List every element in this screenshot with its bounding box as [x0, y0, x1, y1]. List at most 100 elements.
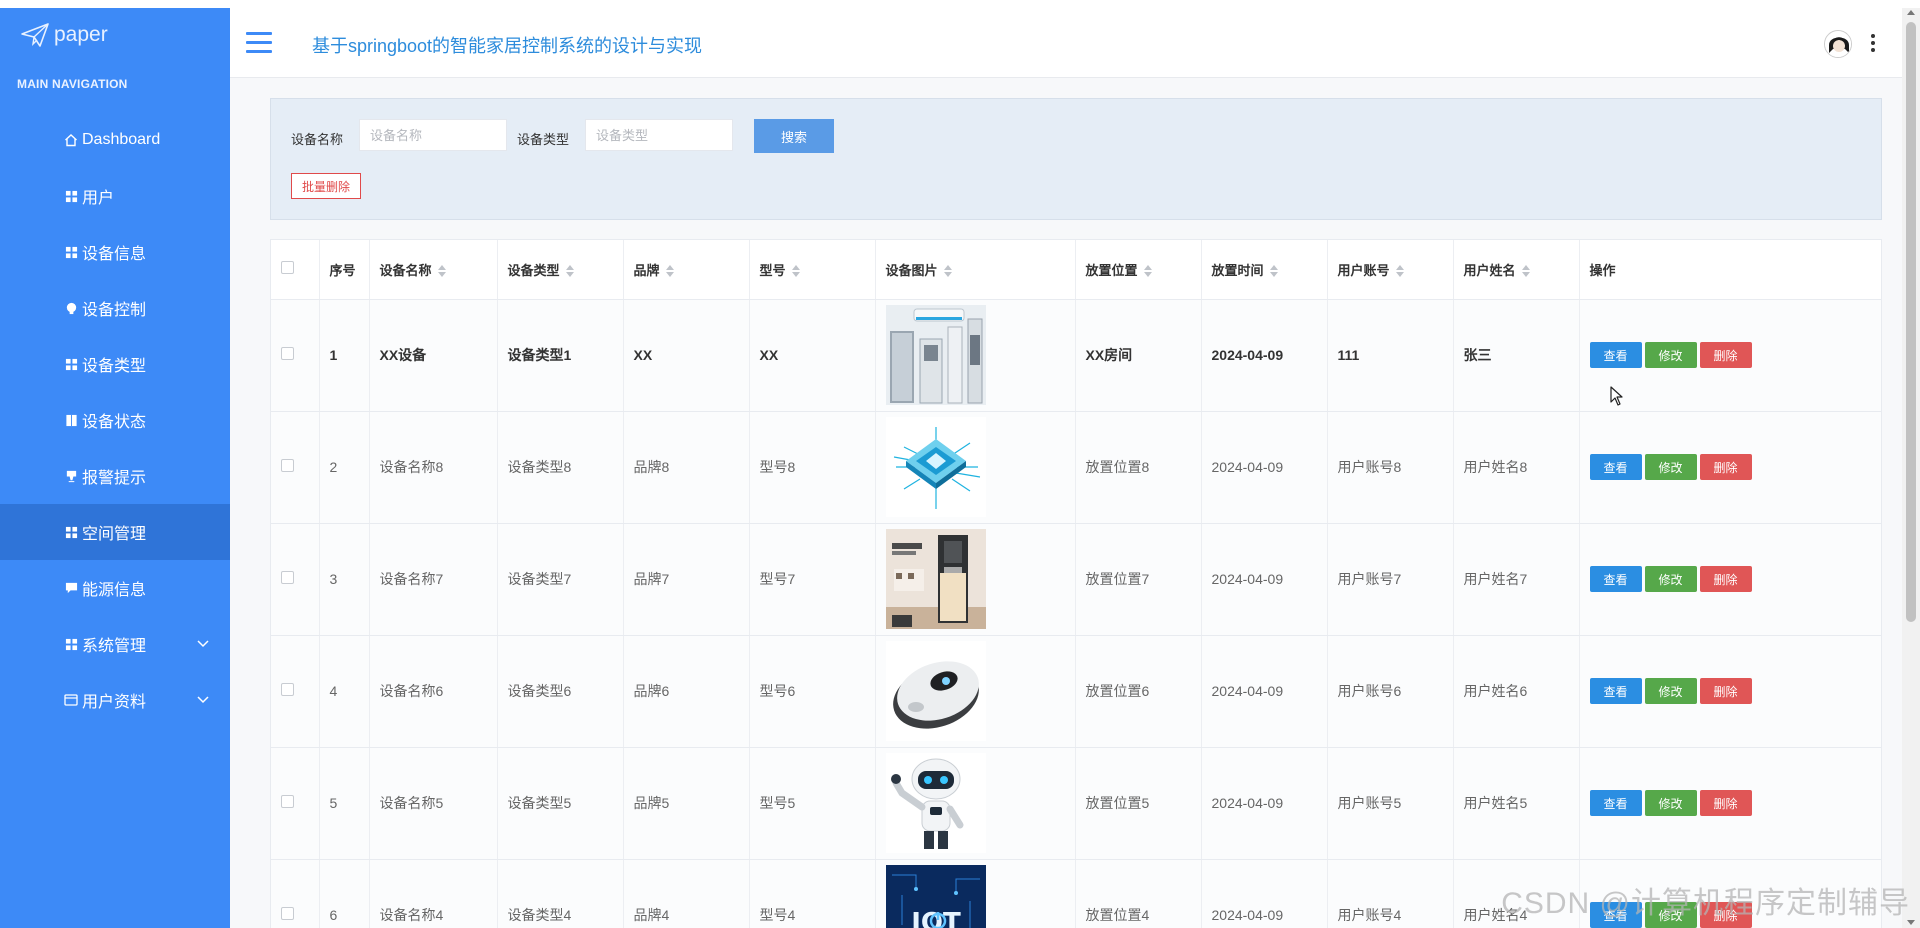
row-checkbox[interactable]: [281, 571, 294, 584]
view-button[interactable]: 查看: [1589, 678, 1642, 704]
device-type-input[interactable]: [585, 119, 733, 151]
device-name-input[interactable]: [359, 119, 507, 151]
cell-account: 用户账号8: [1327, 411, 1454, 524]
vertical-scrollbar[interactable]: [1902, 8, 1920, 928]
sidebar-item-label: 空间管理: [82, 526, 147, 543]
iot-image[interactable]: IOT: [885, 865, 986, 928]
delete-button[interactable]: 删除: [1699, 790, 1752, 816]
sort-icon[interactable]: [1395, 265, 1404, 278]
sidebar-item-9[interactable]: 系统管理: [0, 616, 230, 672]
column-header: 操作: [1579, 240, 1881, 300]
top-header: 基于springboot的智能家居控制系统的设计与实现: [230, 8, 1902, 78]
column-header[interactable]: 设备名称: [369, 240, 498, 300]
edit-button[interactable]: 修改: [1644, 342, 1697, 368]
table-row: 3 设备名称7 设备类型7 品牌7 型号7 放置位置7 2024-04-09 用户账号7 用户姓…: [271, 523, 1881, 636]
sort-icon[interactable]: [437, 265, 446, 278]
scrollbar-thumb[interactable]: [1906, 22, 1916, 622]
sidebar-item-8[interactable]: 能源信息: [0, 560, 230, 616]
device-table: 序号 设备名称 设备类型 品牌 型号 设备图片 放置位置 放置时间 用户账号 用户姓名 操作 1 XX…: [270, 239, 1882, 928]
sort-icon[interactable]: [565, 265, 574, 278]
brand-logo[interactable]: paper: [20, 22, 108, 48]
robot-image[interactable]: [885, 753, 986, 853]
sort-icon[interactable]: [1269, 265, 1278, 278]
view-button[interactable]: 查看: [1589, 566, 1642, 592]
sidebar-item-6[interactable]: 报警提示: [0, 448, 230, 504]
avatar[interactable]: [1824, 30, 1852, 58]
delete-button[interactable]: 删除: [1699, 342, 1752, 368]
sidebar-item-4[interactable]: 设备类型: [0, 336, 230, 392]
row-checkbox[interactable]: [281, 795, 294, 808]
row-checkbox[interactable]: [281, 907, 294, 920]
grid-icon: [64, 189, 78, 203]
column-header[interactable]: 品牌: [623, 240, 750, 300]
search-button[interactable]: 搜索: [754, 119, 834, 153]
view-button[interactable]: 查看: [1589, 342, 1642, 368]
chevron-down-icon[interactable]: [196, 636, 210, 650]
cell-location: XX房间: [1075, 299, 1202, 412]
column-header[interactable]: 设备图片: [875, 240, 1076, 300]
scroll-up-icon[interactable]: [1907, 10, 1915, 15]
cell-username: 张三: [1453, 299, 1580, 412]
brand-name: paper: [54, 23, 108, 46]
sidebar-item-0[interactable]: Dashboard: [0, 112, 230, 168]
cell-username: 用户姓名8: [1453, 411, 1580, 524]
sort-icon[interactable]: [1521, 265, 1530, 278]
edit-button[interactable]: 修改: [1644, 454, 1697, 480]
cell-account: 用户账号4: [1327, 859, 1454, 928]
window-robot-image[interactable]: [885, 641, 986, 741]
batch-delete-button[interactable]: 批量删除: [291, 173, 362, 199]
sidebar-item-label: Dashboard: [82, 131, 161, 148]
column-header[interactable]: 放置时间: [1201, 240, 1328, 300]
book-icon: [64, 413, 78, 427]
column-header[interactable]: 设备类型: [497, 240, 624, 300]
appliances-image[interactable]: [885, 305, 986, 405]
column-header[interactable]: 用户姓名: [1453, 240, 1580, 300]
row-checkbox[interactable]: [281, 347, 294, 360]
more-options-icon[interactable]: [1870, 34, 1876, 54]
paper-plane-icon: [21, 23, 49, 47]
column-header[interactable]: 用户账号: [1327, 240, 1454, 300]
sidebar-item-label: 设备类型: [82, 358, 147, 375]
view-button[interactable]: 查看: [1589, 790, 1642, 816]
mouse-cursor-icon: [1610, 386, 1623, 406]
hamburger-menu-icon[interactable]: [246, 32, 272, 54]
edit-button[interactable]: 修改: [1644, 566, 1697, 592]
sidebar-item-5[interactable]: 设备状态: [0, 392, 230, 448]
row-checkbox[interactable]: [281, 683, 294, 696]
cell-index: 2: [319, 411, 370, 524]
row-select-cell: [271, 747, 320, 860]
device-image-cell: [875, 747, 1076, 860]
sidebar-item-1[interactable]: 用户: [0, 168, 230, 224]
table-body: 1 XX设备 设备类型1 XX XX XX房间 2024-04-09 111 张三 查看 修改 删除 2…: [271, 299, 1881, 928]
view-button[interactable]: 查看: [1589, 454, 1642, 480]
table-row: 4 设备名称6 设备类型6 品牌6 型号6 放置位置6 2024-04-09 用户账号6 用户姓…: [271, 635, 1881, 748]
sort-icon[interactable]: [791, 265, 800, 278]
edit-button[interactable]: 修改: [1644, 790, 1697, 816]
sort-icon[interactable]: [943, 265, 952, 278]
sort-icon[interactable]: [665, 265, 674, 278]
cell-brand: 品牌8: [623, 411, 750, 524]
cell-type: 设备类型5: [497, 747, 624, 860]
sidebar-item-10[interactable]: 用户资料: [0, 672, 230, 728]
column-header: 序号: [319, 240, 370, 300]
edit-button[interactable]: 修改: [1644, 678, 1697, 704]
sidebar-item-3[interactable]: 设备控制: [0, 280, 230, 336]
chevron-down-icon[interactable]: [196, 692, 210, 706]
sidebar-item-7[interactable]: 空间管理: [0, 504, 265, 560]
row-checkbox[interactable]: [281, 459, 294, 472]
water-dispenser-image[interactable]: [885, 529, 986, 629]
sidebar-item-label: 设备信息: [82, 246, 147, 263]
watermark: CSDN @计算机程序定制辅导: [1501, 887, 1910, 920]
column-header[interactable]: 型号: [749, 240, 876, 300]
delete-button[interactable]: 删除: [1699, 454, 1752, 480]
column-header[interactable]: 放置位置: [1075, 240, 1202, 300]
column-header-label: 放置位置: [1085, 262, 1138, 278]
select-all-checkbox[interactable]: [281, 261, 294, 275]
row-select-cell: [271, 411, 320, 524]
sidebar-item-2[interactable]: 设备信息: [0, 224, 230, 280]
cell-type: 设备类型7: [497, 523, 624, 636]
delete-button[interactable]: 删除: [1699, 566, 1752, 592]
sort-icon[interactable]: [1143, 265, 1152, 278]
delete-button[interactable]: 删除: [1699, 678, 1752, 704]
chip-image[interactable]: [885, 417, 986, 517]
